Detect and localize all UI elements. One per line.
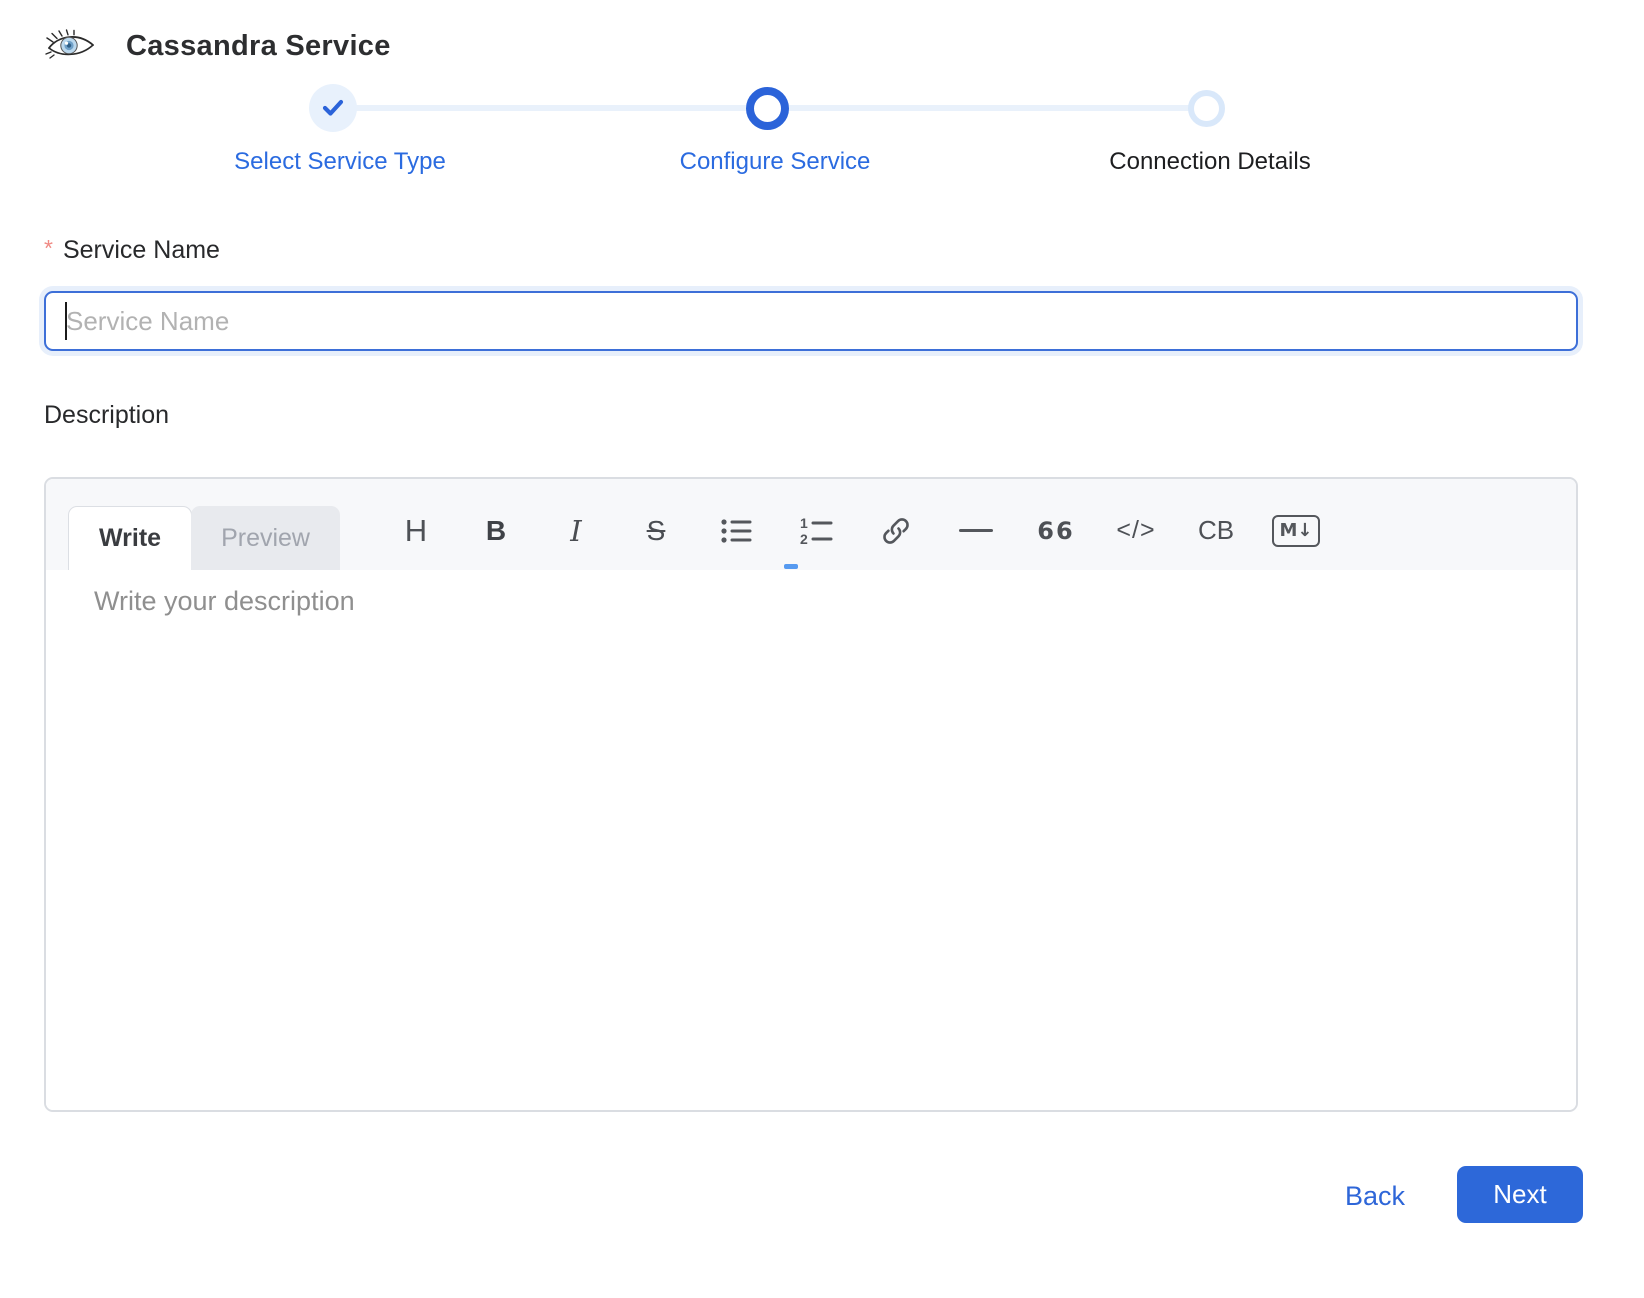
- step-current-indicator: [746, 87, 789, 130]
- step-label-configure-service: Configure Service: [625, 148, 925, 176]
- next-button[interactable]: Next: [1457, 1166, 1583, 1223]
- page-header: Cassandra Service: [44, 20, 391, 72]
- markdown-icon: M↓: [1272, 515, 1320, 547]
- svg-text:1: 1: [800, 516, 808, 531]
- horizontal-rule-button[interactable]: [936, 501, 1016, 561]
- ordered-list-icon: 1 2: [799, 516, 833, 546]
- svg-text:2: 2: [800, 531, 808, 546]
- ordered-list-button[interactable]: 1 2: [776, 501, 856, 561]
- description-markdown-editor: Write Preview H B I S: [44, 477, 1578, 1112]
- unordered-list-button[interactable]: [696, 501, 776, 561]
- link-button[interactable]: [856, 501, 936, 561]
- service-wizard-page: Cassandra Service Select Service Type Co…: [0, 0, 1644, 1298]
- editor-toolbar: Write Preview H B I S: [46, 479, 1576, 570]
- tab-write[interactable]: Write: [68, 506, 192, 570]
- strikethrough-icon: S: [647, 515, 666, 547]
- page-title: Cassandra Service: [126, 30, 391, 63]
- step-completed-indicator: [309, 84, 357, 132]
- code-block-icon: CB: [1198, 515, 1234, 546]
- step-label-connection-details: Connection Details: [1060, 148, 1360, 176]
- back-button[interactable]: Back: [1330, 1180, 1420, 1213]
- cassandra-eye-icon: [44, 28, 98, 64]
- bold-button[interactable]: B: [456, 501, 536, 561]
- quote-button[interactable]: 66: [1016, 501, 1096, 561]
- bold-icon: B: [486, 515, 506, 547]
- service-name-input[interactable]: [44, 291, 1578, 351]
- description-placeholder: Write your description: [94, 586, 355, 617]
- code-block-button[interactable]: CB: [1176, 501, 1256, 561]
- tooltip-caret: [784, 564, 798, 569]
- markdown-guide-button[interactable]: M↓: [1256, 501, 1336, 561]
- horizontal-rule-icon: [959, 529, 993, 532]
- text-cursor: [65, 302, 67, 340]
- italic-button[interactable]: I: [536, 501, 616, 561]
- check-icon: [321, 98, 345, 118]
- code-icon: </>: [1116, 516, 1155, 545]
- italic-icon: I: [570, 514, 581, 548]
- link-icon: [879, 514, 913, 548]
- strikethrough-button[interactable]: S: [616, 501, 696, 561]
- tab-preview[interactable]: Preview: [191, 506, 340, 570]
- step-label-select-service-type: Select Service Type: [190, 148, 490, 176]
- description-textarea[interactable]: Write your description: [46, 570, 1576, 1110]
- code-button[interactable]: </>: [1096, 501, 1176, 561]
- service-name-label: *Service Name: [44, 236, 220, 265]
- editor-tabs: Write Preview: [68, 506, 340, 570]
- quote-icon: 66: [1037, 517, 1074, 545]
- unordered-list-icon: [720, 518, 752, 544]
- formatting-toolbar: H B I S: [376, 485, 1336, 576]
- description-label: Description: [44, 401, 169, 430]
- step-upcoming-indicator: [1188, 90, 1225, 127]
- heading-icon: H: [405, 513, 427, 549]
- heading-button[interactable]: H: [376, 501, 456, 561]
- required-asterisk: *: [44, 235, 53, 261]
